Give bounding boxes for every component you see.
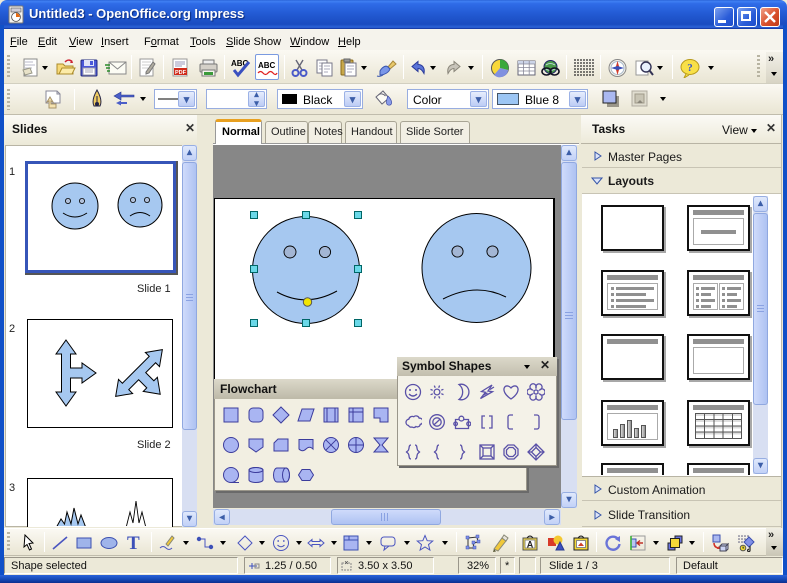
svg-text:ABC: ABC: [258, 61, 276, 70]
svg-text:PDF: PDF: [175, 70, 187, 76]
svg-text:?: ?: [687, 62, 693, 74]
svg-text:A: A: [527, 540, 534, 550]
